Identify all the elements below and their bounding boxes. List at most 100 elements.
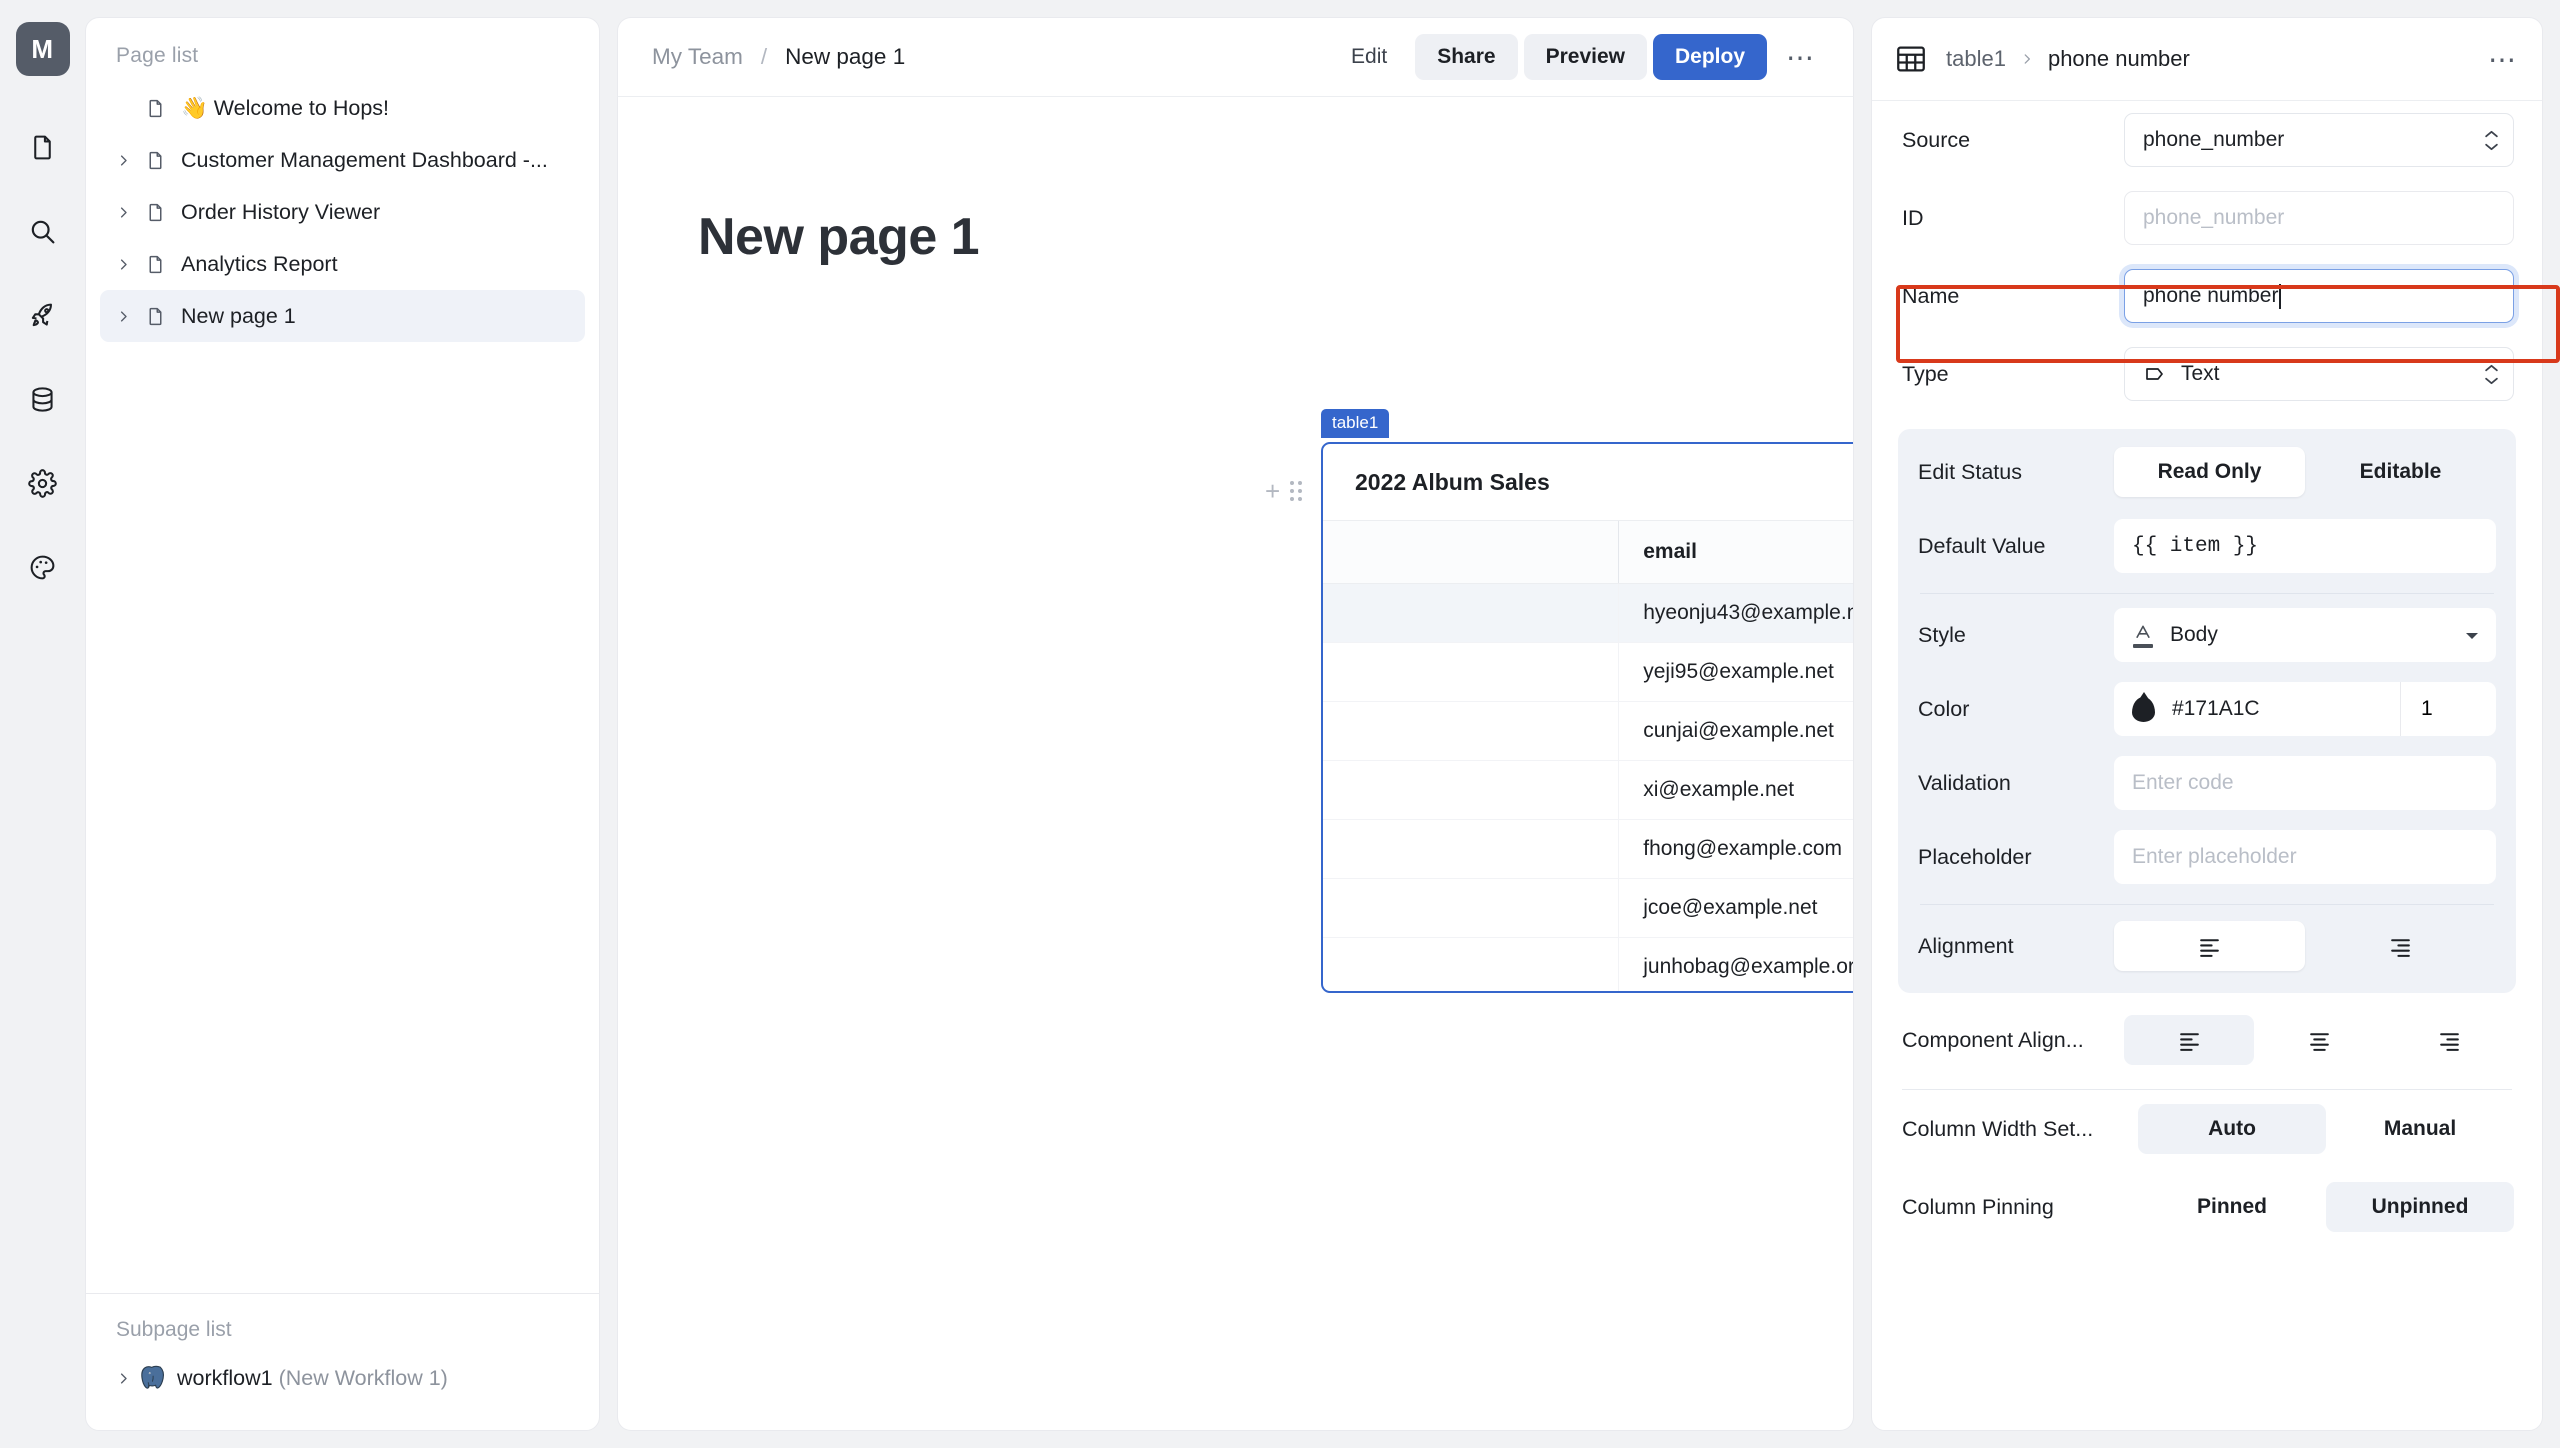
column-header-email[interactable]: email	[1618, 521, 1853, 584]
edit-status-editable[interactable]: Editable	[2305, 447, 2496, 497]
chevron-down-icon[interactable]	[2464, 630, 2480, 640]
database-icon[interactable]	[16, 372, 70, 426]
inspector-more-icon[interactable]: ⋯	[2488, 43, 2518, 76]
breadcrumb-page[interactable]: New page 1	[785, 44, 905, 70]
chevron-right-icon	[108, 93, 138, 123]
edit-status-read-only[interactable]: Read Only	[2114, 447, 2305, 497]
breadcrumb-team[interactable]: My Team	[652, 44, 743, 70]
workspace-logo[interactable]: M	[15, 22, 70, 76]
app-root: M Page list 👋 Welcome to Hops! Customer …	[0, 0, 2560, 1448]
name-label: Name	[1902, 283, 1960, 308]
source-select[interactable]: phone_number	[2124, 113, 2514, 167]
document-icon	[138, 200, 172, 225]
table-row[interactable]: oi jcoe@example.net 061-740-7444	[1323, 878, 1853, 938]
default-value-input[interactable]: {{ item }}	[2114, 519, 2496, 573]
component-align-center-icon[interactable]	[2254, 1015, 2384, 1065]
page-list-item-label: Customer Management Dashboard -...	[181, 147, 548, 172]
preview-button[interactable]: Preview	[1523, 34, 1647, 80]
column-width-control: Auto Manual	[2138, 1104, 2514, 1154]
cell-name: ng	[1323, 819, 1619, 879]
style-control: Body	[2114, 608, 2496, 662]
name-input[interactable]: phone number	[2124, 269, 2514, 323]
table-row[interactable]: ng junhobag@example.org 070-2073-7965	[1323, 937, 1853, 991]
align-left-icon[interactable]	[2114, 921, 2305, 971]
search-icon[interactable]	[16, 204, 70, 258]
page-list-item-welcome[interactable]: 👋 Welcome to Hops!	[100, 82, 585, 134]
palette-icon[interactable]	[16, 540, 70, 594]
type-select[interactable]: Text	[2124, 347, 2514, 401]
style-select[interactable]: Body	[2114, 608, 2496, 662]
document-icon	[138, 96, 172, 121]
page-list-item-customer-management-dashboard[interactable]: Customer Management Dashboard -...	[100, 134, 585, 186]
column-header-name[interactable]: me	[1323, 521, 1619, 584]
style-value: Body	[2170, 623, 2218, 646]
subpage-item-workflow1[interactable]: workflow1 (New Workflow 1)	[100, 1352, 585, 1404]
subpage-list-items: workflow1 (New Workflow 1)	[86, 1352, 599, 1430]
color-picker[interactable]: #171A1C 1	[2114, 682, 2496, 736]
table-row[interactable]: ong cunjai@example.net 052-636-4464	[1323, 701, 1853, 761]
chevron-right-icon[interactable]	[108, 249, 138, 279]
text-caret	[2279, 283, 2282, 309]
stepper-icon[interactable]	[2484, 364, 2499, 385]
add-widget-icon[interactable]: +	[1265, 478, 1280, 504]
more-options-icon[interactable]: ⋯	[1777, 33, 1825, 81]
icon-rail: M	[0, 0, 85, 1448]
cell-name: oi	[1323, 878, 1619, 938]
table-header-row: me email phone number	[1323, 521, 1853, 584]
rocket-icon[interactable]	[16, 288, 70, 342]
id-input[interactable]: phone_number	[2124, 191, 2514, 245]
page-list-item-new-page-1[interactable]: New page 1	[100, 290, 585, 342]
column-width-auto[interactable]: Auto	[2138, 1104, 2326, 1154]
name-control: phone number	[2124, 269, 2514, 323]
widget-drag-handles[interactable]: +	[1265, 478, 1303, 504]
subpage-list-title: Subpage list	[116, 1318, 232, 1341]
edit-button[interactable]: Edit	[1329, 34, 1409, 80]
chevron-right-icon[interactable]	[108, 1363, 138, 1393]
type-row: Type Text	[1872, 335, 2542, 413]
tag-icon	[2143, 362, 2167, 386]
pages-icon[interactable]	[16, 120, 70, 174]
table-scroll-area[interactable]: me email phone number n hyeonju43@exampl…	[1323, 521, 1853, 991]
widget-selection-tag[interactable]: table1	[1321, 409, 1390, 438]
page-list-item-order-history-viewer[interactable]: Order History Viewer	[100, 186, 585, 238]
column-pinning-pinned[interactable]: Pinned	[2138, 1182, 2326, 1232]
color-picker-left[interactable]: #171A1C	[2114, 696, 2400, 722]
table-title: 2022 Album Sales	[1355, 468, 1550, 495]
breadcrumb-separator: /	[760, 44, 768, 69]
alignment-label: Alignment	[1918, 933, 2014, 958]
align-right-icon[interactable]	[2305, 921, 2496, 971]
drag-grip-icon[interactable]	[1290, 481, 1303, 501]
edit-status-control: Read Only Editable	[2114, 447, 2496, 497]
chevron-right-icon[interactable]	[108, 145, 138, 175]
column-width-manual[interactable]: Manual	[2326, 1104, 2514, 1154]
chevron-right-icon[interactable]	[108, 197, 138, 227]
color-opacity-value[interactable]: 1	[2400, 682, 2496, 736]
column-pinning-control: Pinned Unpinned	[2138, 1182, 2514, 1232]
alignment-control	[2114, 921, 2496, 971]
page-list-item-analytics-report[interactable]: Analytics Report	[100, 238, 585, 290]
column-pinning-unpinned[interactable]: Unpinned	[2326, 1182, 2514, 1232]
inspector-breadcrumb-current: phone number	[2047, 46, 2190, 71]
name-row: Name phone number	[1872, 257, 2542, 335]
inspector-breadcrumb-parent[interactable]: table1	[1946, 46, 2006, 72]
deploy-button[interactable]: Deploy	[1652, 34, 1767, 80]
table-row[interactable]: n hyeonju43@example.net 053-261-3288	[1323, 583, 1853, 643]
placeholder-input[interactable]: Enter placeholder	[2114, 830, 2496, 884]
table-row[interactable]: ng fhong@example.com 051-630-3086	[1323, 819, 1853, 879]
source-label: Source	[1902, 127, 1971, 152]
component-align-right-icon[interactable]	[2384, 1015, 2514, 1065]
edit-status-segmented: Read Only Editable	[2114, 447, 2496, 497]
gear-icon[interactable]	[16, 456, 70, 510]
inspector-panel: table1 phone number ⋯ Source phone_numbe…	[1871, 17, 2543, 1431]
table-body: n hyeonju43@example.net 053-261-3288 e y…	[1323, 583, 1853, 991]
default-value-label: Default Value	[1918, 533, 2046, 558]
share-button[interactable]: Share	[1415, 34, 1518, 80]
chevron-right-icon[interactable]	[108, 301, 138, 331]
table-row[interactable]: e yeji95@example.net 011-347-3698	[1323, 642, 1853, 702]
component-alignment-control	[2124, 1015, 2514, 1065]
table-widget[interactable]: 2022 Album Sales Download	[1321, 442, 1853, 993]
validation-input[interactable]: Enter code	[2114, 756, 2496, 810]
table-row[interactable]: ng xi@example.net 031-403-4401	[1323, 760, 1853, 820]
stepper-icon[interactable]	[2484, 130, 2499, 151]
component-align-left-icon[interactable]	[2124, 1015, 2254, 1065]
